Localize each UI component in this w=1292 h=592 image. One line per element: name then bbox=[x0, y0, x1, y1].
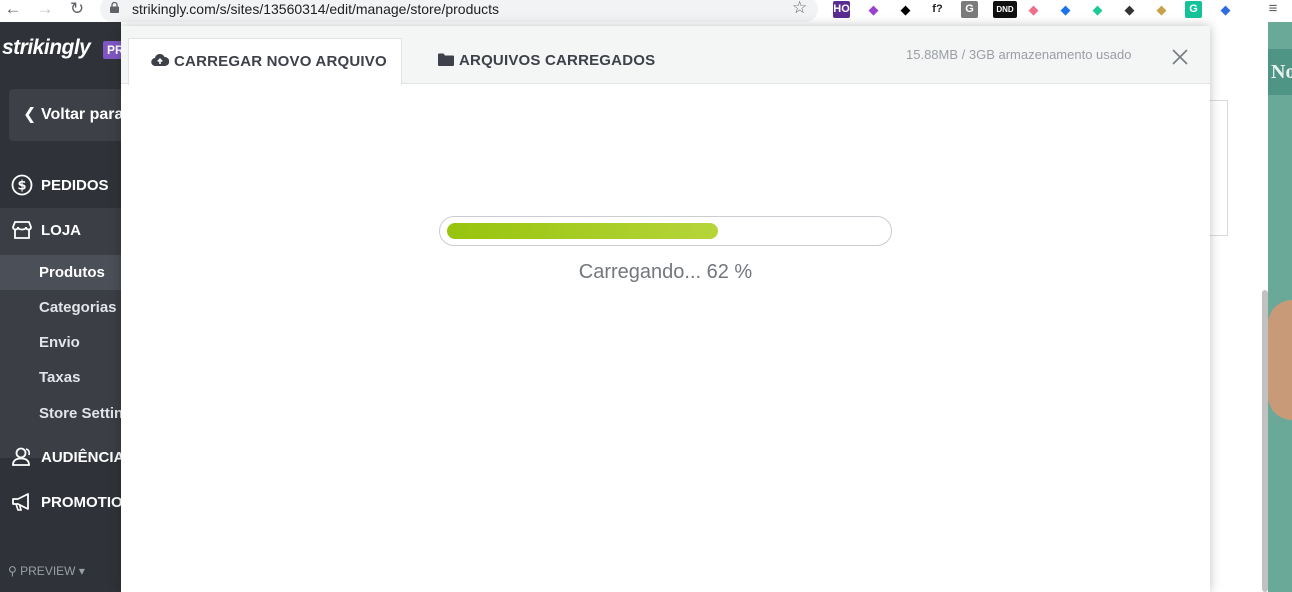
sidebar-item-categorias[interactable]: Categorias bbox=[0, 290, 121, 325]
lock-icon bbox=[110, 2, 119, 13]
sidebar-item-label: LOJA bbox=[41, 222, 82, 239]
grammarly-extension-icon[interactable]: G bbox=[1185, 1, 1202, 18]
sidebar-item-label: Store Settings bbox=[39, 405, 121, 422]
tab-upload-new-file[interactable]: CARREGAR NOVO ARQUIVO bbox=[128, 38, 402, 85]
preview-label: PREVIEW bbox=[20, 564, 76, 578]
upload-progress-bar bbox=[439, 216, 892, 246]
paint-extension-icon[interactable]: ◆ bbox=[1153, 1, 1170, 18]
back-to-editor-button[interactable]: ❮ Voltar para o editor bbox=[9, 89, 121, 141]
caret-down-icon: ▾ bbox=[78, 564, 85, 578]
reload-icon[interactable]: ↻ bbox=[66, 0, 88, 20]
sidebar-item-label: Taxas bbox=[39, 369, 81, 386]
preview-site-image bbox=[1268, 300, 1292, 420]
close-icon[interactable] bbox=[1169, 46, 1191, 68]
upload-progress-fill bbox=[447, 223, 718, 239]
sidebar-item-label: Categorias bbox=[39, 299, 117, 316]
back-button-label: Voltar para o editor bbox=[41, 106, 121, 123]
background-card bbox=[1210, 100, 1228, 236]
font-finder-extension-icon[interactable]: f? bbox=[929, 1, 946, 18]
cloud-upload-icon bbox=[151, 53, 169, 67]
back-arrow-icon[interactable]: ← bbox=[2, 0, 24, 20]
sidebar-item-label: Envio bbox=[39, 334, 80, 351]
sidebar-item-taxas[interactable]: Taxas bbox=[0, 360, 121, 395]
megaphone-icon bbox=[12, 493, 29, 511]
sidebar-item-promotions[interactable]: PROMOTIONS bbox=[0, 480, 121, 524]
folder-icon bbox=[438, 53, 454, 66]
sidebar-item-label: Produtos bbox=[39, 264, 105, 281]
reading-list-icon[interactable]: ≡ bbox=[1262, 0, 1284, 20]
modal-header: CARREGAR NOVO ARQUIVO ARQUIVOS CARREGADO… bbox=[121, 26, 1210, 85]
chevron-left-icon: ❮ bbox=[23, 106, 37, 123]
quill-extension-icon[interactable]: ◆ bbox=[865, 1, 882, 18]
sidebar-item-label: AUDIÊNCIA bbox=[41, 449, 121, 466]
storage-usage: 15.88MB / 3GB armazenamento usado bbox=[906, 47, 1132, 62]
sidebar: strikingly PRO ❮ Voltar para o editor $ … bbox=[0, 22, 121, 592]
page-scrollbar[interactable] bbox=[1262, 290, 1268, 592]
preview-site-banner: No bbox=[1268, 49, 1292, 95]
pink-ext-extension-icon[interactable]: ◆ bbox=[1025, 1, 1042, 18]
sidebar-item-label: PEDIDOS bbox=[41, 177, 109, 194]
file-upload-modal: CARREGAR NOVO ARQUIVO ARQUIVOS CARREGADO… bbox=[121, 26, 1210, 592]
sidebar-item-produtos[interactable]: Produtos bbox=[0, 255, 121, 290]
sidebar-item-envio[interactable]: Envio bbox=[0, 325, 121, 360]
forward-arrow-icon[interactable]: → bbox=[34, 0, 56, 20]
pro-badge: PRO bbox=[103, 41, 121, 59]
tab-label: ARQUIVOS CARREGADOS bbox=[459, 52, 656, 69]
audience-icon bbox=[12, 447, 30, 466]
sidebar-item-audiencia[interactable]: AUDIÊNCIA bbox=[0, 435, 121, 479]
store-icon bbox=[12, 221, 32, 239]
g-ext-extension-icon[interactable]: G bbox=[961, 1, 978, 18]
figure-extension-icon[interactable]: ◆ bbox=[1089, 1, 1106, 18]
address-bar[interactable]: strikingly.com/s/sites/13560314/edit/man… bbox=[100, 0, 818, 22]
feather-extension-icon[interactable]: ◆ bbox=[1217, 1, 1234, 18]
sidebar-item-loja[interactable]: LOJA bbox=[0, 208, 121, 252]
preview-dropdown[interactable]: ⚲ PREVIEW ▾ bbox=[8, 564, 85, 578]
strikingly-logo[interactable]: strikingly bbox=[2, 36, 91, 60]
qr-code-extension-icon[interactable]: ◆ bbox=[897, 1, 914, 18]
dnd-extension-icon[interactable]: DND bbox=[993, 1, 1017, 18]
tab-label: CARREGAR NOVO ARQUIVO bbox=[174, 53, 387, 70]
search-icon: ⚲ bbox=[8, 564, 17, 578]
eyedropper-extension-icon[interactable]: ◆ bbox=[1057, 1, 1074, 18]
sidebar-item-pedidos[interactable]: $ PEDIDOS bbox=[0, 163, 121, 207]
sidebar-item-store-settings[interactable]: Store Settings bbox=[0, 396, 121, 431]
upload-progress-text: Carregando... 62 % bbox=[578, 261, 753, 283]
tab-uploaded-files[interactable]: ARQUIVOS CARREGADOS bbox=[421, 38, 661, 85]
bookmark-star-icon[interactable]: ☆ bbox=[792, 0, 807, 18]
sidebar-item-label: PROMOTIONS bbox=[41, 494, 121, 511]
browser-toolbar: ← → ↻ strikingly.com/s/sites/13560314/ed… bbox=[0, 0, 1292, 22]
hexagon-extension-icon[interactable]: ◆ bbox=[1121, 1, 1138, 18]
dollar-circle-icon: $ bbox=[11, 174, 33, 196]
url-text[interactable]: strikingly.com/s/sites/13560314/edit/man… bbox=[132, 1, 499, 17]
svg-text:$: $ bbox=[17, 179, 26, 194]
honey-extension-icon[interactable]: HO bbox=[833, 1, 850, 18]
